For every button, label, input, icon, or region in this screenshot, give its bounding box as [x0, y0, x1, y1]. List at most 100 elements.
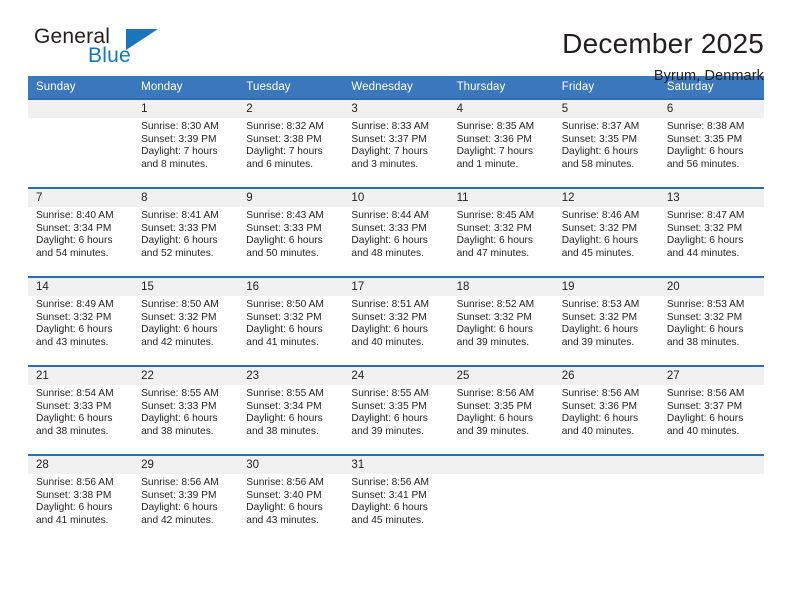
day-details: Sunrise: 8:33 AM Sunset: 3:37 PM Daylight:…	[343, 118, 448, 171]
day-number: 9	[238, 189, 344, 207]
calendar-day-cell[interactable]: 24 Sunrise: 8:55 AM Sunset: 3:35 PM Dayligh…	[343, 365, 449, 455]
sunset-time: Sunset: 3:40 PM	[246, 489, 322, 501]
calendar-day-cell[interactable]: 14 Sunrise: 8:49 AM Sunset: 3:32 PM Dayligh…	[28, 276, 134, 366]
daylight-duration-line1: Daylight: 6 hours	[561, 413, 639, 425]
day-details: Sunrise: 8:56 AM Sunset: 3:36 PM Daylight:…	[554, 385, 659, 438]
daylight-duration-line1: Daylight: 6 hours	[36, 502, 113, 514]
sunrise-time: Sunrise: 8:50 AM	[141, 299, 219, 310]
sunrise-time: Sunrise: 8:56 AM	[141, 477, 219, 488]
calendar-day-cell[interactable]: 20 Sunrise: 8:53 AM Sunset: 3:32 PM Dayligh…	[658, 276, 764, 366]
calendar-day-cell[interactable]: 26 Sunrise: 8:56 AM Sunset: 3:36 PM Dayligh…	[553, 365, 659, 455]
day-cell-inner: 24 Sunrise: 8:55 AM Sunset: 3:35 PM Dayligh…	[343, 367, 449, 454]
sunset-time: Sunset: 3:32 PM	[456, 222, 532, 234]
calendar-day-cell[interactable]: 31 Sunrise: 8:56 AM Sunset: 3:41 PM Dayligh…	[343, 454, 449, 544]
daylight-duration-line2: and 6 minutes.	[246, 158, 314, 170]
daylight-duration-line2: and 52 minutes.	[141, 247, 214, 259]
day-cell-inner: 6 Sunrise: 8:38 AM Sunset: 3:35 PM Daylight…	[658, 100, 764, 187]
sunrise-time: Sunrise: 8:56 AM	[561, 388, 640, 399]
day-details: Sunrise: 8:32 AM Sunset: 3:38 PM Daylight:…	[238, 118, 343, 171]
calendar-day-cell[interactable]: 8 Sunrise: 8:41 AM Sunset: 3:33 PM Daylight…	[133, 187, 239, 277]
calendar-day-cell[interactable]: 12 Sunrise: 8:46 AM Sunset: 3:32 PM Dayligh…	[553, 187, 659, 277]
calendar-day-cell[interactable]: 29 Sunrise: 8:56 AM Sunset: 3:39 PM Dayligh…	[133, 454, 239, 544]
daylight-duration-line1: Daylight: 6 hours	[246, 413, 323, 425]
calendar-day-cell[interactable]: 22 Sunrise: 8:55 AM Sunset: 3:33 PM Dayligh…	[133, 365, 239, 455]
day-details: Sunrise: 8:30 AM Sunset: 3:39 PM Daylight:…	[133, 118, 238, 171]
day-details: Sunrise: 8:43 AM Sunset: 3:33 PM Daylight:…	[238, 207, 343, 260]
sunset-time: Sunset: 3:33 PM	[246, 222, 322, 234]
day-details	[554, 474, 659, 477]
calendar-day-cell[interactable]: 16 Sunrise: 8:50 AM Sunset: 3:32 PM Dayligh…	[238, 276, 344, 366]
day-number: 25	[448, 367, 554, 385]
sunrise-time: Sunrise: 8:37 AM	[561, 121, 640, 132]
calendar-day-cell[interactable]: 21 Sunrise: 8:54 AM Sunset: 3:33 PM Dayligh…	[28, 365, 134, 455]
sunset-time: Sunset: 3:36 PM	[561, 400, 638, 412]
day-cell-inner: 7 Sunrise: 8:40 AM Sunset: 3:34 PM Daylight…	[28, 189, 134, 276]
day-details: Sunrise: 8:56 AM Sunset: 3:37 PM Daylight:…	[659, 385, 764, 438]
daylight-duration-line1: Daylight: 6 hours	[456, 324, 534, 336]
day-cell-inner: 3 Sunrise: 8:33 AM Sunset: 3:37 PM Daylight…	[343, 100, 449, 187]
calendar-day-cell[interactable]: 6 Sunrise: 8:38 AM Sunset: 3:35 PM Daylight…	[658, 98, 764, 188]
day-number: 4	[448, 100, 554, 118]
day-details: Sunrise: 8:56 AM Sunset: 3:40 PM Daylight:…	[238, 474, 343, 527]
sunrise-time: Sunrise: 8:50 AM	[246, 299, 324, 310]
calendar-day-cell[interactable]: 4 Sunrise: 8:35 AM Sunset: 3:36 PM Daylight…	[448, 98, 554, 188]
sunset-time: Sunset: 3:32 PM	[456, 311, 532, 323]
daylight-duration-line1: Daylight: 6 hours	[141, 502, 218, 514]
calendar-week-row: 28 Sunrise: 8:56 AM Sunset: 3:38 PM Dayligh…	[28, 454, 764, 544]
weekday-header-wednesday: Wednesday	[343, 76, 449, 99]
calendar-day-cell[interactable]: 17 Sunrise: 8:51 AM Sunset: 3:32 PM Dayligh…	[343, 276, 449, 366]
sunrise-time: Sunrise: 8:56 AM	[36, 477, 114, 488]
title-block: December 2025 Byrum, Denmark	[562, 26, 764, 86]
sunrise-time: Sunrise: 8:30 AM	[141, 121, 219, 132]
calendar-day-cell[interactable]: 25 Sunrise: 8:56 AM Sunset: 3:35 PM Dayligh…	[448, 365, 554, 455]
calendar-day-cell[interactable]: 13 Sunrise: 8:47 AM Sunset: 3:32 PM Dayligh…	[658, 187, 764, 277]
calendar-day-cell[interactable]: 30 Sunrise: 8:56 AM Sunset: 3:40 PM Dayligh…	[238, 454, 344, 544]
day-details: Sunrise: 8:53 AM Sunset: 3:32 PM Daylight:…	[659, 296, 764, 349]
daylight-duration-line2: and 47 minutes.	[456, 247, 530, 259]
logo-text-blue: Blue	[88, 44, 131, 67]
calendar-page: General Blue December 2025 Byrum, Denmar…	[0, 0, 792, 612]
sunset-time: Sunset: 3:38 PM	[246, 133, 322, 145]
calendar-week-row: 21 Sunrise: 8:54 AM Sunset: 3:33 PM Dayligh…	[28, 365, 764, 455]
general-blue-logo[interactable]: General Blue	[28, 26, 188, 74]
calendar-day-cell[interactable]: 18 Sunrise: 8:52 AM Sunset: 3:32 PM Dayligh…	[448, 276, 554, 366]
day-number: 11	[448, 189, 554, 207]
sunrise-time: Sunrise: 8:49 AM	[36, 299, 114, 310]
daylight-duration-line2: and 44 minutes.	[666, 247, 740, 259]
calendar-day-cell[interactable]: 23 Sunrise: 8:55 AM Sunset: 3:34 PM Dayligh…	[238, 365, 344, 455]
day-details: Sunrise: 8:41 AM Sunset: 3:33 PM Daylight:…	[133, 207, 238, 260]
day-details: Sunrise: 8:52 AM Sunset: 3:32 PM Daylight:…	[449, 296, 554, 349]
day-cell-inner: 16 Sunrise: 8:50 AM Sunset: 3:32 PM Dayligh…	[238, 278, 344, 365]
calendar-day-cell[interactable]: 1 Sunrise: 8:30 AM Sunset: 3:39 PM Daylight…	[133, 98, 239, 188]
calendar-day-cell[interactable]: 3 Sunrise: 8:33 AM Sunset: 3:37 PM Daylight…	[343, 98, 449, 188]
daylight-duration-line2: and 39 minutes.	[561, 336, 635, 348]
calendar-day-cell[interactable]: 10 Sunrise: 8:44 AM Sunset: 3:33 PM Dayligh…	[343, 187, 449, 277]
sunset-time: Sunset: 3:32 PM	[141, 311, 217, 323]
calendar-day-cell[interactable]: 11 Sunrise: 8:45 AM Sunset: 3:32 PM Dayligh…	[448, 187, 554, 277]
weekday-header-sunday: Sunday	[28, 76, 134, 99]
sunrise-time: Sunrise: 8:40 AM	[36, 210, 114, 221]
day-details: Sunrise: 8:50 AM Sunset: 3:32 PM Daylight:…	[133, 296, 238, 349]
daylight-duration-line2: and 40 minutes.	[666, 425, 740, 437]
day-number: 5	[553, 100, 659, 118]
day-details: Sunrise: 8:55 AM Sunset: 3:33 PM Daylight:…	[133, 385, 238, 438]
calendar-day-cell[interactable]: 2 Sunrise: 8:32 AM Sunset: 3:38 PM Daylight…	[238, 98, 344, 188]
calendar-day-cell[interactable]: 28 Sunrise: 8:56 AM Sunset: 3:38 PM Dayligh…	[28, 454, 134, 544]
sunrise-time: Sunrise: 8:56 AM	[666, 388, 745, 399]
sunset-time: Sunset: 3:37 PM	[666, 400, 743, 412]
sunrise-time: Sunrise: 8:38 AM	[666, 121, 745, 132]
daylight-duration-line1: Daylight: 6 hours	[36, 324, 113, 336]
day-details	[449, 474, 554, 477]
calendar-day-cell[interactable]: 5 Sunrise: 8:37 AM Sunset: 3:35 PM Daylight…	[553, 98, 659, 188]
calendar-day-cell[interactable]: 27 Sunrise: 8:56 AM Sunset: 3:37 PM Dayligh…	[658, 365, 764, 455]
calendar-day-cell[interactable]: 19 Sunrise: 8:53 AM Sunset: 3:32 PM Dayligh…	[553, 276, 659, 366]
calendar-day-cell-empty	[448, 454, 554, 544]
day-cell-inner: 20 Sunrise: 8:53 AM Sunset: 3:32 PM Dayligh…	[658, 278, 764, 365]
calendar-day-cell[interactable]: 15 Sunrise: 8:50 AM Sunset: 3:32 PM Dayligh…	[133, 276, 239, 366]
calendar-day-cell[interactable]: 7 Sunrise: 8:40 AM Sunset: 3:34 PM Daylight…	[28, 187, 134, 277]
day-details: Sunrise: 8:49 AM Sunset: 3:32 PM Daylight:…	[28, 296, 133, 349]
calendar-day-cell[interactable]: 9 Sunrise: 8:43 AM Sunset: 3:33 PM Daylight…	[238, 187, 344, 277]
daylight-duration-line1: Daylight: 6 hours	[666, 413, 744, 425]
day-details: Sunrise: 8:47 AM Sunset: 3:32 PM Daylight:…	[659, 207, 764, 260]
daylight-duration-line2: and 40 minutes.	[351, 336, 424, 348]
